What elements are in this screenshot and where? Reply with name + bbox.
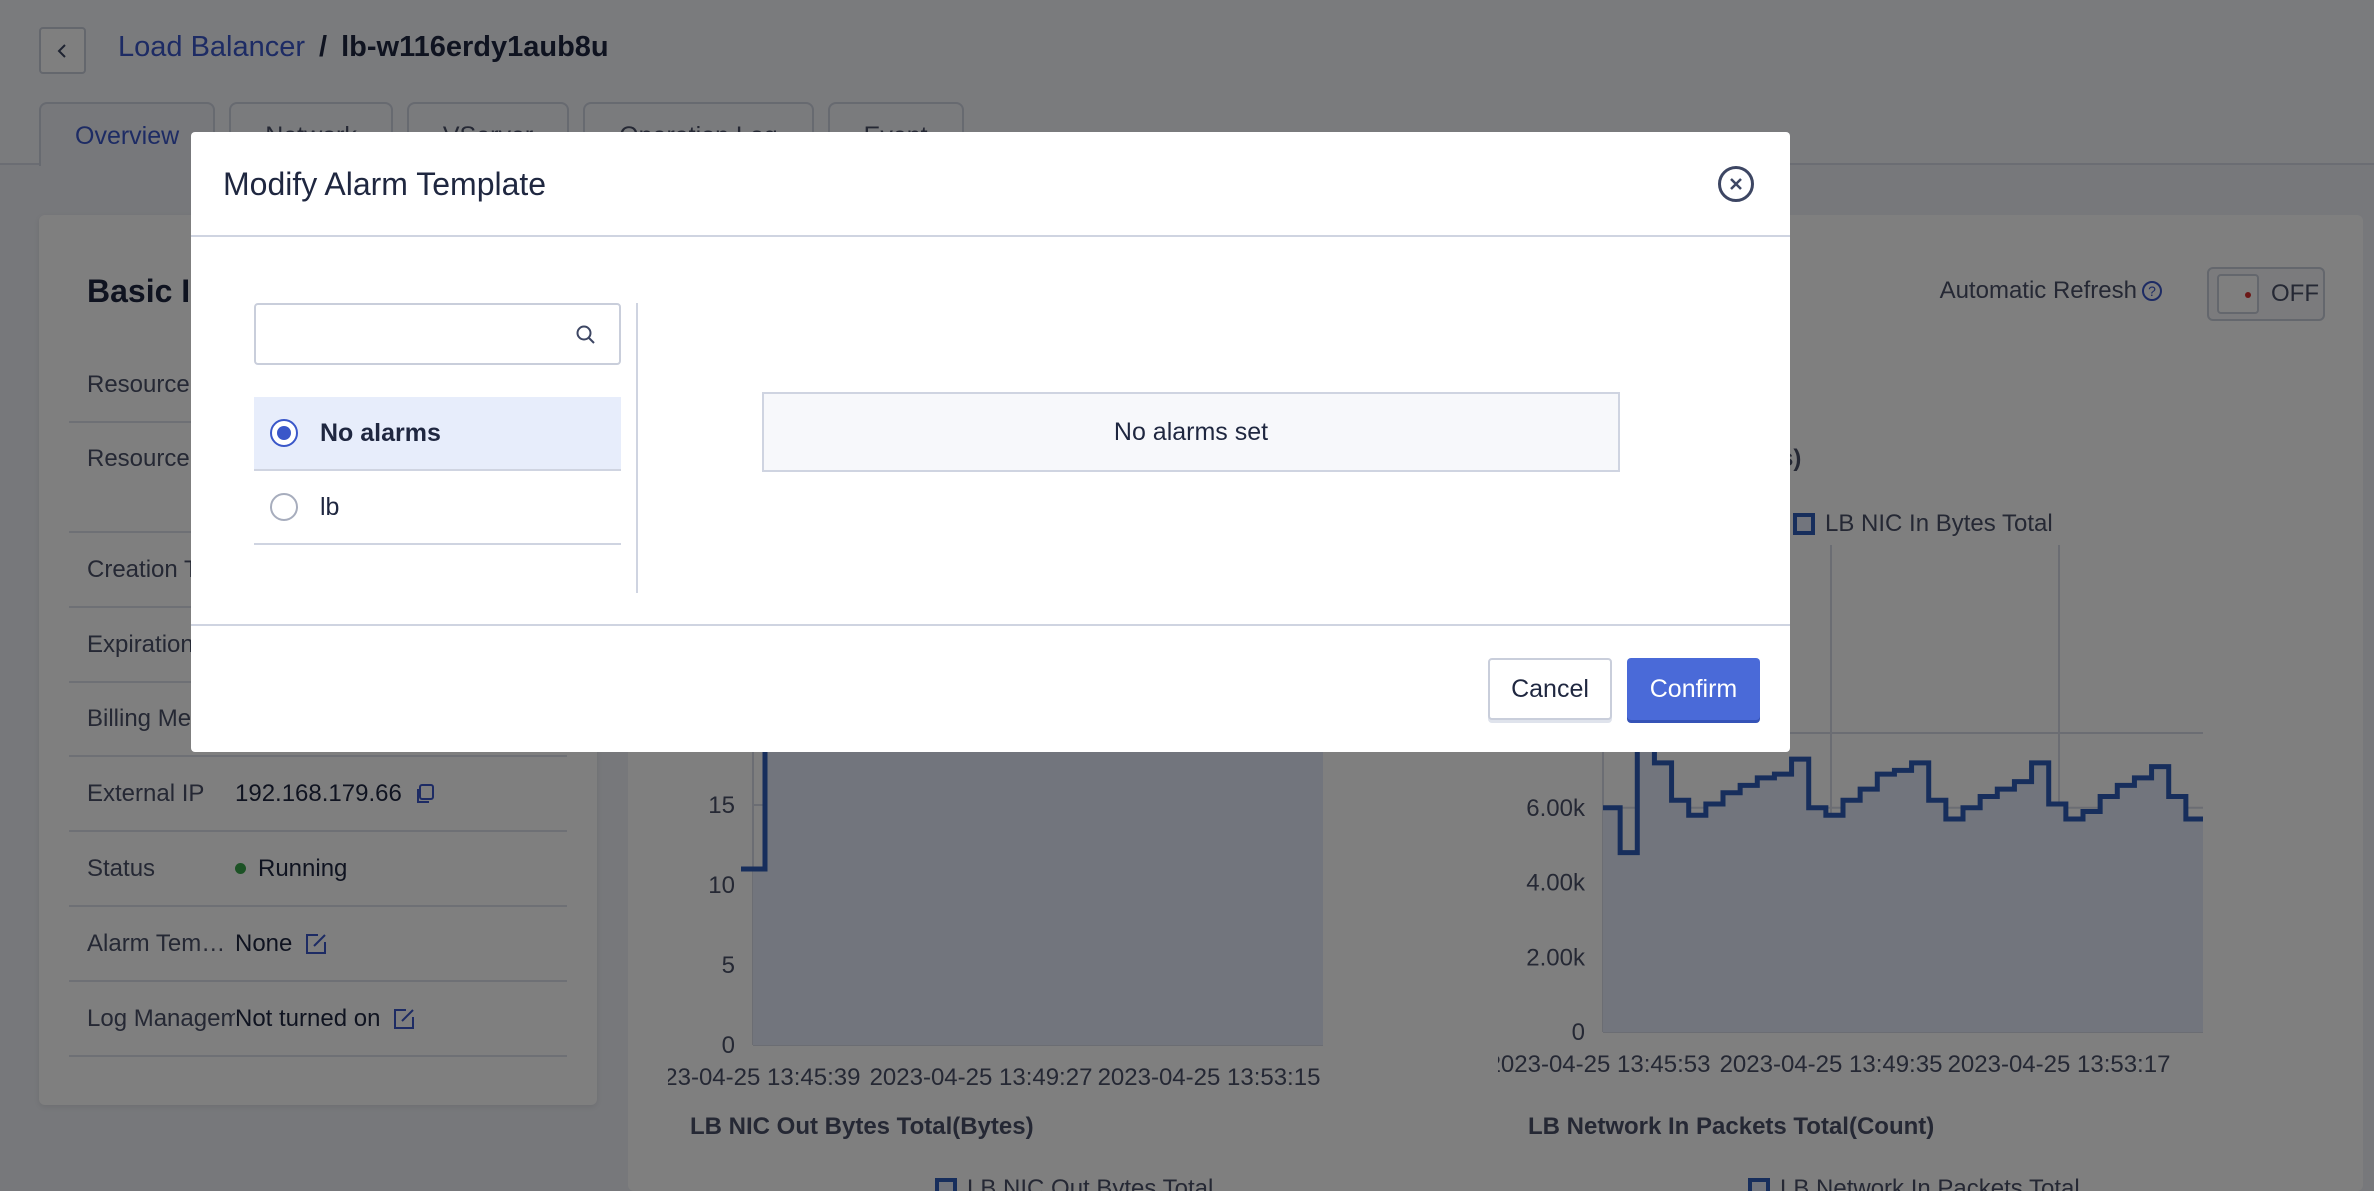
search-icon[interactable]	[575, 324, 597, 346]
option-lb[interactable]: lb	[254, 471, 621, 545]
radio-button[interactable]	[270, 419, 298, 447]
option-label: lb	[320, 492, 340, 521]
template-search	[254, 303, 621, 365]
modify-alarm-template-dialog: Modify Alarm Template No alarms lb No al…	[191, 132, 1790, 752]
search-input[interactable]	[256, 305, 556, 363]
close-icon	[1730, 178, 1742, 190]
close-button[interactable]	[1718, 166, 1754, 202]
cancel-button[interactable]: Cancel	[1488, 658, 1612, 720]
modal-title: Modify Alarm Template	[223, 166, 547, 202]
empty-alarms-message: No alarms set	[762, 392, 1620, 472]
modal-header: Modify Alarm Template	[191, 132, 1790, 237]
option-label: No alarms	[320, 418, 441, 447]
option-no-alarms[interactable]: No alarms	[254, 397, 621, 471]
panel-divider	[636, 303, 638, 593]
radio-button[interactable]	[270, 493, 298, 521]
modal-footer: Cancel Confirm	[191, 624, 1790, 752]
confirm-button[interactable]: Confirm	[1627, 658, 1760, 720]
